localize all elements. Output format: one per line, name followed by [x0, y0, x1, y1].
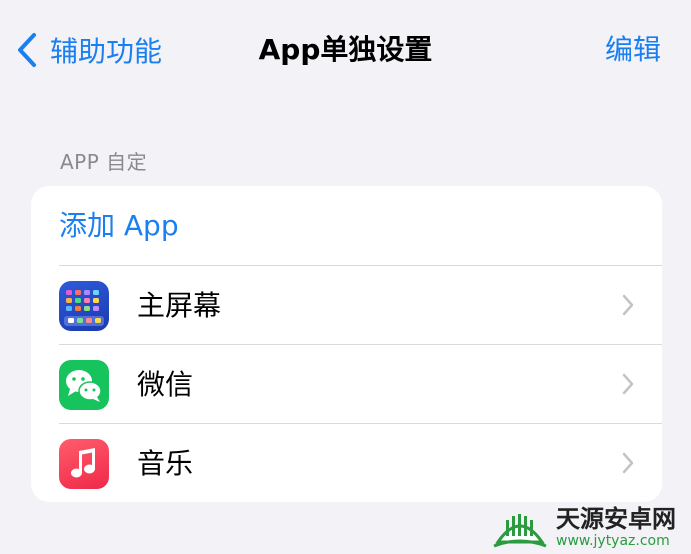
- music-icon: [59, 439, 109, 489]
- watermark: 天源安卓网 www.jytyaz.com: [490, 500, 691, 554]
- watermark-text: 天源安卓网 www.jytyaz.com: [556, 505, 676, 549]
- back-button[interactable]: 辅助功能: [16, 28, 162, 72]
- watermark-name: 天源安卓网: [556, 505, 676, 533]
- watermark-url: www.jytyaz.com: [556, 533, 670, 549]
- back-button-label: 辅助功能: [50, 35, 163, 68]
- app-label: 音乐: [137, 447, 194, 480]
- chevron-right-icon: [622, 294, 634, 316]
- navigation-bar: 辅助功能 App单独设置 编辑: [0, 0, 691, 100]
- list-item-wechat[interactable]: 微信: [31, 345, 662, 424]
- app-label: 主屏幕: [137, 289, 222, 322]
- chevron-left-icon: [18, 33, 36, 67]
- home-screen-icon: [59, 281, 109, 331]
- wechat-icon: [59, 360, 109, 410]
- add-app-label: 添加 App: [59, 209, 179, 242]
- chevron-right-icon: [622, 452, 634, 474]
- android-logo-icon: [493, 514, 547, 548]
- app-label: 微信: [137, 368, 194, 401]
- section-header: APP 自定: [60, 150, 148, 174]
- list-item-home-screen[interactable]: 主屏幕: [31, 266, 662, 345]
- edit-button[interactable]: 编辑: [605, 28, 661, 72]
- list-item-music[interactable]: 音乐: [31, 424, 662, 502]
- chevron-right-icon: [622, 373, 634, 395]
- app-settings-screen: 辅助功能 App单独设置 编辑 APP 自定 添加 App 主屏幕 微信 音乐 …: [0, 0, 691, 554]
- add-app-button[interactable]: 添加 App: [31, 186, 662, 266]
- app-customization-list: 添加 App 主屏幕 微信 音乐: [31, 186, 662, 502]
